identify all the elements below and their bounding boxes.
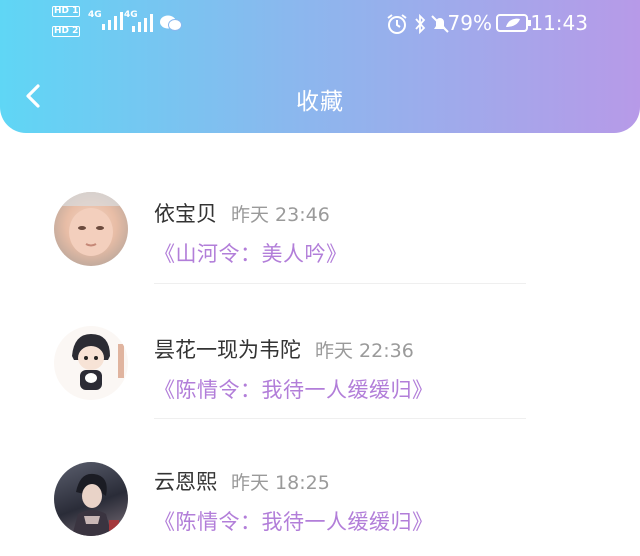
work-title[interactable]: 《陈情令：我待一人缓缓归》: [154, 506, 434, 536]
status-bar-right: 79% 11:43: [340, 0, 640, 46]
user-name-row: 云恩熙 昨天 18:25: [154, 466, 330, 496]
avatar[interactable]: [54, 462, 128, 536]
work-title[interactable]: 《山河令：美人吟》: [154, 238, 348, 268]
clock: 11:43: [530, 11, 588, 35]
timestamp: 昨天 18:25: [231, 472, 330, 494]
wechat-icon: [160, 15, 182, 31]
timestamp: 昨天 23:46: [231, 204, 330, 226]
app-header: HD 1 HD 2 4G 4G 79% 11:43 收藏: [0, 0, 640, 133]
divider: [154, 283, 526, 284]
user-name: 昙花一现为韦陀: [154, 338, 301, 362]
list-item[interactable]: 云恩熙 昨天 18:25 《陈情令：我待一人缓缓归》: [0, 420, 640, 554]
avatar[interactable]: [54, 326, 128, 400]
battery-icon: [496, 14, 531, 32]
status-bar: HD 1 HD 2 4G 4G 79% 11:43: [0, 0, 640, 46]
sim1-badge: HD 1: [52, 6, 81, 17]
work-title[interactable]: 《陈情令：我待一人缓缓归》: [154, 374, 434, 404]
user-name-row: 昙花一现为韦陀 昨天 22:36: [154, 334, 414, 364]
battery-percent: 79%: [447, 11, 492, 35]
avatar[interactable]: [54, 192, 128, 266]
divider: [154, 418, 526, 419]
status-bar-left: HD 1 HD 2 4G 4G: [52, 6, 192, 40]
chibi-drawing-image: [72, 334, 124, 390]
list-item[interactable]: 昙花一现为韦陀 昨天 22:36 《陈情令：我待一人缓缓归》: [0, 286, 640, 420]
anime-figure-image: [72, 473, 119, 536]
user-name-row: 依宝贝 昨天 23:46: [154, 198, 330, 228]
baby-photo-image: [54, 192, 128, 256]
alarm-icon: [387, 14, 407, 34]
bluetooth-icon: [415, 13, 426, 35]
user-name: 云恩熙: [154, 470, 217, 494]
signal-icon-2: [132, 14, 153, 32]
list-item[interactable]: 依宝贝 昨天 23:46 《山河令：美人吟》: [0, 150, 640, 284]
timestamp: 昨天 22:36: [315, 340, 414, 362]
sim2-badge: HD 2: [52, 26, 81, 37]
network-type-1: 4G: [88, 10, 102, 20]
user-name: 依宝贝: [154, 202, 217, 226]
page-title: 收藏: [296, 89, 344, 115]
